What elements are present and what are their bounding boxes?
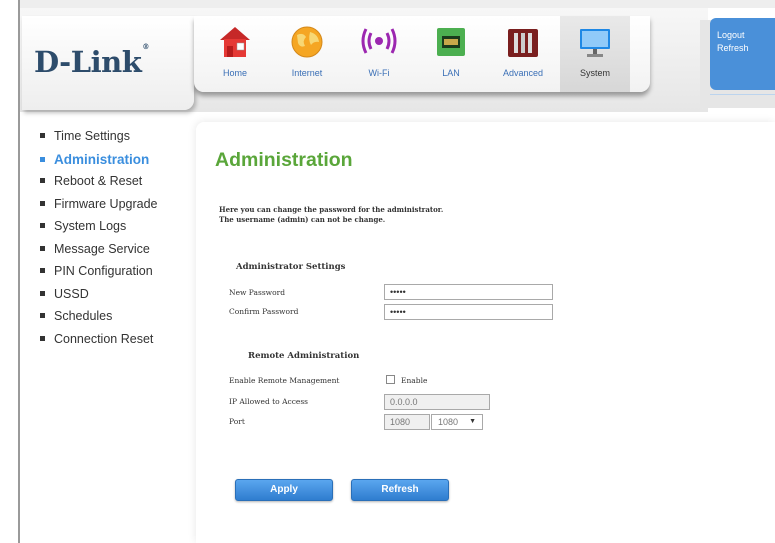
- bullet-icon: [40, 335, 45, 341]
- nav-label: Home: [222, 68, 247, 78]
- dlink-logo: D-Link®: [34, 42, 149, 79]
- menu-label: Administration: [54, 151, 150, 167]
- menu-item-firmware-upgrade[interactable]: Firmware Upgrade: [40, 197, 158, 220]
- enable-checkbox-label: Enable: [401, 376, 428, 385]
- nav-lan[interactable]: LAN: [416, 16, 486, 92]
- menu-label: PIN Configuration: [54, 264, 153, 278]
- nav-home[interactable]: Home: [200, 16, 270, 92]
- menu-label: Reboot & Reset: [54, 174, 143, 188]
- refresh-button[interactable]: Refresh: [351, 479, 449, 501]
- menu-item-message-service[interactable]: Message Service: [40, 242, 158, 265]
- menu-item-schedules[interactable]: Schedules: [40, 309, 158, 332]
- bullet-icon: [40, 290, 45, 296]
- menu-label: System Logs: [54, 219, 127, 233]
- bullet-icon: [40, 133, 45, 138]
- menu-item-time-settings[interactable]: Time Settings: [40, 129, 158, 152]
- confirm-password-input[interactable]: •••••: [384, 304, 553, 320]
- new-password-label: New Password: [229, 288, 286, 297]
- home-icon: [220, 27, 250, 57]
- logout-link[interactable]: Logout: [710, 30, 745, 40]
- menu-item-reboot-reset[interactable]: Reboot & Reset: [40, 174, 158, 197]
- bullet-icon: [40, 223, 45, 228]
- bullet-icon: [40, 156, 45, 162]
- menu-item-connection-reset[interactable]: Connection Reset: [40, 332, 158, 355]
- nav-wifi[interactable]: Wi-Fi: [344, 16, 414, 92]
- lan-icon: [437, 28, 465, 56]
- confirm-password-label: Confirm Password: [229, 307, 299, 316]
- dropdown-arrow-icon: ▼: [469, 418, 476, 425]
- nav-label: System: [579, 68, 610, 78]
- bullet-icon: [40, 313, 45, 318]
- menu-label: Schedules: [54, 309, 113, 323]
- session-panel: Logout Refresh: [710, 18, 775, 90]
- nav-internet[interactable]: Internet: [272, 16, 342, 92]
- description-line-2: The username (admin) can not be change.: [219, 215, 386, 224]
- nav-label: Internet: [291, 68, 323, 78]
- tools-icon: [508, 29, 538, 57]
- remote-administration-heading: Remote Administration: [248, 351, 360, 361]
- nav-label: Advanced: [502, 68, 544, 78]
- port-select[interactable]: 1080 ▼: [431, 414, 483, 430]
- main-nav: Home Internet Wi-Fi LAN Advanced System: [194, 16, 650, 92]
- refresh-link[interactable]: Refresh: [710, 43, 749, 53]
- nav-system[interactable]: System: [560, 16, 630, 92]
- description-line-1: Here you can change the password for the…: [219, 205, 444, 214]
- port-input[interactable]: 1080: [384, 414, 430, 430]
- apply-button[interactable]: Apply: [235, 479, 333, 501]
- new-password-input[interactable]: •••••: [384, 284, 553, 300]
- ip-allowed-label: IP Allowed to Access: [229, 397, 309, 406]
- nav-label: LAN: [442, 68, 460, 78]
- menu-label: Message Service: [54, 241, 150, 256]
- menu-item-ussd[interactable]: USSD: [40, 287, 158, 310]
- system-menu: Time Settings Administration Reboot & Re…: [40, 129, 158, 354]
- session-divider: [710, 94, 775, 95]
- port-select-value: 1080: [438, 417, 459, 427]
- menu-item-administration[interactable]: Administration: [40, 152, 158, 175]
- wifi-icon: [361, 28, 397, 54]
- menu-label: Time Settings: [54, 129, 130, 143]
- ip-allowed-input[interactable]: 0.0.0.0: [384, 394, 490, 410]
- menu-label: USSD: [54, 286, 89, 301]
- nav-advanced[interactable]: Advanced: [488, 16, 558, 92]
- menu-label: Connection Reset: [54, 331, 154, 346]
- enable-remote-management-label: Enable Remote Management: [229, 376, 340, 385]
- bullet-icon: [40, 268, 45, 273]
- menu-item-pin-configuration[interactable]: PIN Configuration: [40, 264, 158, 287]
- bullet-icon: [40, 178, 45, 183]
- port-label: Port: [229, 417, 245, 426]
- page-title: Administration: [215, 149, 353, 171]
- bullet-icon: [40, 200, 45, 206]
- bullet-icon: [40, 245, 45, 251]
- monitor-icon: [580, 29, 610, 57]
- globe-icon: [291, 26, 323, 58]
- menu-label: Firmware Upgrade: [54, 196, 158, 211]
- menu-item-system-logs[interactable]: System Logs: [40, 219, 158, 242]
- top-strip: [20, 0, 775, 8]
- administrator-settings-heading: Administrator Settings: [236, 262, 346, 272]
- nav-label: Wi-Fi: [368, 68, 390, 78]
- enable-remote-checkbox[interactable]: [386, 375, 395, 384]
